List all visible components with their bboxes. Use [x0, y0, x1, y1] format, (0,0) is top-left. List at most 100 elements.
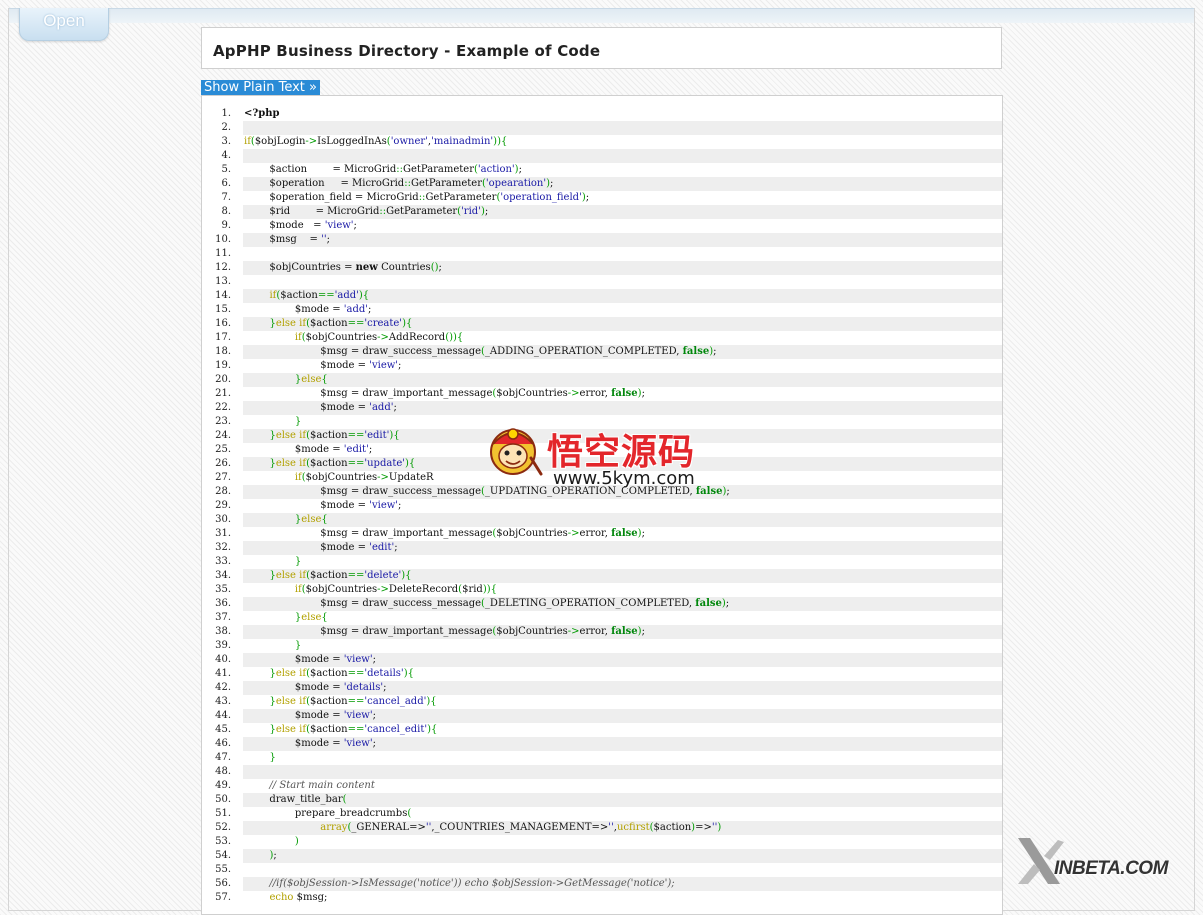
- code-line: 6. $operation = MicroGrid::GetParameter(…: [202, 177, 1002, 191]
- code-line: 22. $mode = 'add';: [202, 401, 1002, 415]
- code-line: 13.: [202, 275, 1002, 289]
- code-line: 37. }else{: [202, 611, 1002, 625]
- code-text: }else{: [243, 373, 1002, 387]
- code-line: 8. $rid = MicroGrid::GetParameter('rid')…: [202, 205, 1002, 219]
- code-text: }: [294, 556, 302, 567]
- code-text: $mode = 'view';: [243, 709, 1002, 723]
- code-line: 23. }: [202, 415, 1002, 429]
- code-text: $rid = MicroGrid::GetParameter('rid');: [243, 205, 1002, 219]
- code-line: 16. }else if($action=='create'){: [202, 317, 1002, 331]
- code-text: $msg = '';: [243, 233, 1002, 247]
- line-number: 31.: [215, 528, 231, 539]
- code-line: 38. $msg = draw_important_message($objCo…: [202, 625, 1002, 639]
- code-text: $mode = 'edit';: [244, 444, 373, 455]
- x-logo-icon: [1018, 838, 1064, 884]
- line-number: 23.: [215, 416, 231, 427]
- code-line: 36. $msg = draw_success_message(_DELETIN…: [202, 597, 1002, 611]
- code-line: 42. $mode = 'details';: [202, 681, 1002, 695]
- code-line: 44. $mode = 'view';: [202, 709, 1002, 723]
- code-text: $mode = 'view';: [243, 737, 1002, 751]
- code-text: );: [243, 849, 1002, 863]
- line-number: 18.: [215, 346, 231, 357]
- code-text: }else if($action=='cancel_add'){: [269, 696, 437, 707]
- line-number: 9.: [221, 220, 231, 231]
- open-tab-button[interactable]: Open: [19, 8, 109, 41]
- line-number: 25.: [215, 444, 231, 455]
- line-number: 15.: [215, 304, 231, 315]
- code-lines-list: 1. <?php 2. 3. if($objLogin->IsLoggedInAs('o…: [202, 107, 1002, 905]
- line-number: 38.: [215, 626, 231, 637]
- code-text: }: [294, 416, 302, 427]
- code-line: 33. }: [202, 555, 1002, 569]
- code-line: 26. }else if($action=='update'){: [202, 457, 1002, 471]
- code-text: $mode = 'view';: [244, 500, 402, 511]
- line-number: 54.: [215, 850, 231, 861]
- code-line: 27. if($objCountries->UpdateR: [202, 471, 1002, 485]
- code-text: $msg = draw_success_message(_ADDING_OPER…: [243, 345, 1002, 359]
- code-text: $mode = 'add';: [243, 401, 1002, 415]
- code-text: if($objCountries->AddRecord()){: [294, 332, 464, 343]
- code-line: 20. }else{: [202, 373, 1002, 387]
- code-line: 46. $mode = 'view';: [202, 737, 1002, 751]
- code-text: }: [269, 752, 276, 763]
- code-line: 41. }else if($action=='details'){: [202, 667, 1002, 681]
- code-line: 5. $action = MicroGrid::GetParameter('ac…: [202, 163, 1002, 177]
- code-text: if($objCountries->UpdateR: [294, 472, 434, 483]
- line-number: 34.: [215, 570, 231, 581]
- code-text: draw_title_bar(: [243, 793, 1002, 807]
- code-line: 19. $mode = 'view';: [202, 359, 1002, 373]
- code-text: //if($objSession->IsMessage('notice')) e…: [243, 877, 1002, 891]
- line-number: 35.: [215, 584, 231, 595]
- code-line: 52. array(_GENERAL=>'',_COUNTRIES_MANAGE…: [202, 821, 1002, 835]
- code-line: 45. }else if($action=='cancel_edit'){: [202, 723, 1002, 737]
- code-text: }else if($action=='create'){: [243, 317, 1002, 331]
- line-number: 28.: [215, 486, 231, 497]
- line-number: 50.: [215, 794, 231, 805]
- line-number: 52.: [215, 822, 231, 833]
- code-line: 35. if($objCountries->DeleteRecord($rid)…: [202, 583, 1002, 597]
- code-text: $msg = draw_important_message($objCountr…: [243, 625, 1002, 639]
- line-number: 37.: [215, 612, 231, 623]
- code-text: $operation_field = MicroGrid::GetParamet…: [244, 192, 590, 203]
- code-line: 32. $mode = 'edit';: [202, 541, 1002, 555]
- code-line: 14. if($action=='add'){: [202, 289, 1002, 303]
- line-number: 47.: [215, 752, 231, 763]
- code-text: prepare_breadcrumbs(: [244, 808, 412, 819]
- code-line: 4.: [202, 149, 1002, 163]
- code-text: $mode = 'view';: [244, 360, 402, 371]
- line-number: 16.: [215, 318, 231, 329]
- line-number: 26.: [215, 458, 231, 469]
- line-number: 48.: [215, 766, 231, 777]
- line-number: 12.: [215, 262, 231, 273]
- xinbeta-logo-text: INBETA.COM: [1054, 858, 1168, 879]
- line-number: 33.: [215, 556, 231, 567]
- line-number: 39.: [215, 640, 231, 651]
- code-text: <?php: [244, 108, 280, 119]
- code-text: $mode = 'details';: [243, 681, 1002, 695]
- line-number: 29.: [215, 500, 231, 511]
- code-line: 40. $mode = 'view';: [202, 653, 1002, 667]
- code-text: $msg = draw_success_message(_DELETING_OP…: [243, 597, 1002, 611]
- code-line: 17. if($objCountries->AddRecord()){: [202, 331, 1002, 345]
- line-number: 45.: [215, 724, 231, 735]
- code-line: 49. // Start main content: [202, 779, 1002, 793]
- code-line: 43. }else if($action=='cancel_add'){: [202, 695, 1002, 709]
- line-number: 43.: [215, 696, 231, 707]
- line-number: 57.: [215, 892, 231, 903]
- code-text: $msg = draw_important_message($objCountr…: [244, 528, 645, 539]
- show-plain-text-link[interactable]: Show Plain Text »: [201, 80, 320, 95]
- code-line: 39. }: [202, 639, 1002, 653]
- line-number: 19.: [215, 360, 231, 371]
- code-line: 28. $msg = draw_success_message(_UPDATIN…: [202, 485, 1002, 499]
- code-line: 3. if($objLogin->IsLoggedInAs('owner','ma…: [202, 135, 1002, 149]
- line-number: 36.: [215, 598, 231, 609]
- line-number: 17.: [215, 332, 231, 343]
- line-number: 6.: [221, 178, 231, 189]
- code-line: 1. <?php: [202, 107, 1002, 121]
- line-number: 11.: [215, 248, 231, 259]
- code-line: 54. );: [202, 849, 1002, 863]
- code-text: }else if($action=='edit'){: [243, 429, 1002, 443]
- line-number: 32.: [215, 542, 231, 553]
